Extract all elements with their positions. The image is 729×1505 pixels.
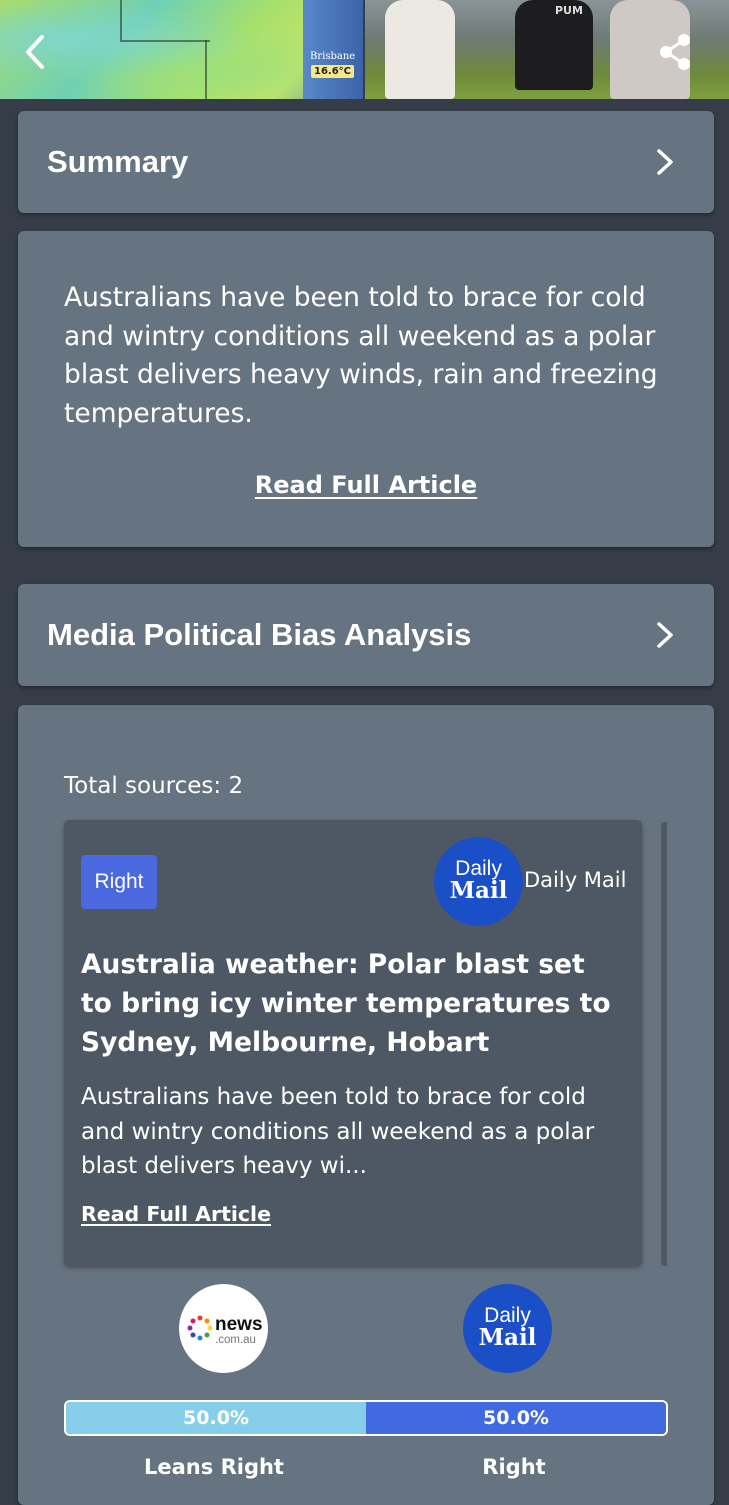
map-temperature-badge: 16.6°C [311, 65, 355, 78]
daily-mail-logo: Daily Mail [434, 837, 523, 926]
daily-mail-outlet-logo[interactable]: Daily Mail [463, 1284, 552, 1373]
news-logo-line2: .com.au [215, 1334, 256, 1346]
share-button[interactable] [656, 32, 696, 72]
summary-text: Australians have been told to brace for … [64, 282, 658, 429]
bias-analysis-section-header[interactable]: Media Political Bias Analysis [18, 584, 714, 686]
news-logo-line1: news [215, 1314, 263, 1335]
hero-image: Brisbane 16.6°C PUM [0, 0, 729, 99]
total-sources-count: Total sources: 2 [64, 773, 244, 799]
news-dots-icon [187, 1315, 213, 1341]
photo-shirt-text: PUM [555, 4, 583, 17]
bias-bar-segment-leans-right: 50.0% [66, 1402, 366, 1434]
map-city-label: Brisbane [310, 51, 356, 62]
share-icon [660, 34, 690, 70]
news-com-au-logo[interactable]: news .com.au [179, 1284, 268, 1373]
bias-label-right: Right [482, 1455, 546, 1479]
bias-bar-segment-right: 50.0% [366, 1402, 666, 1434]
logo-line2: Mail [449, 877, 508, 904]
weather-map-image: Brisbane 16.6°C [0, 0, 363, 99]
source-article-card[interactable]: Right Daily Mail Daily Mail Australia we… [64, 820, 642, 1266]
back-button[interactable] [18, 32, 54, 72]
summary-title: Summary [47, 144, 189, 179]
summary-card: Australians have been told to brace for … [18, 231, 714, 547]
source-name: Daily Mail [524, 868, 627, 892]
article-title: Australia weather: Polar blast set to br… [81, 949, 611, 1058]
chevron-right-icon [657, 149, 673, 175]
bias-analysis-title: Media Political Bias Analysis [47, 617, 472, 652]
article-read-full-link[interactable]: Read Full Article [81, 1202, 271, 1226]
bias-distribution-bar: 50.0% 50.0% [64, 1400, 668, 1436]
bias-analysis-card: Total sources: 2 Right Daily Mail Daily … [18, 705, 714, 1505]
logo-line2: Mail [478, 1324, 537, 1351]
next-article-card-peek[interactable] [661, 822, 667, 1266]
bias-badge: Right [81, 855, 157, 909]
read-full-article-link[interactable]: Read Full Article [18, 471, 714, 499]
chevron-right-icon [657, 622, 673, 648]
bias-label-leans-right: Leans Right [144, 1455, 284, 1479]
article-excerpt: Australians have been told to brace for … [81, 1084, 595, 1179]
chevron-left-icon [26, 35, 44, 69]
summary-section-header[interactable]: Summary [18, 111, 714, 213]
